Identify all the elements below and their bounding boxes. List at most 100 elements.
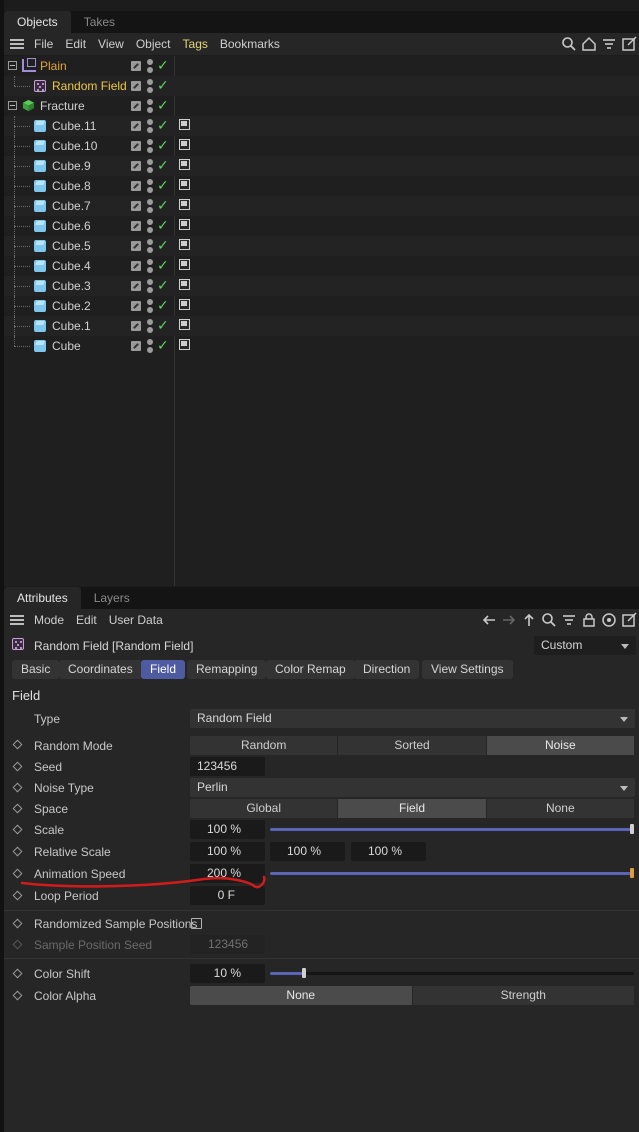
tag-icon[interactable]	[179, 279, 190, 290]
loop-period-input[interactable]: 0 F	[190, 886, 265, 905]
visibility-dots-icon[interactable]	[147, 138, 153, 154]
edit-layer-icon[interactable]	[131, 261, 141, 271]
color-alpha-option-none[interactable]: None	[190, 986, 413, 1005]
tag-icon[interactable]	[179, 299, 190, 310]
edit-layer-icon[interactable]	[131, 81, 141, 91]
edit-layer-icon[interactable]	[131, 281, 141, 291]
object-row[interactable]: Cube.8 ✓	[4, 176, 639, 196]
type-dropdown[interactable]: Random Field	[190, 709, 635, 728]
keyframe-diamond-icon[interactable]	[12, 918, 23, 929]
tag-icon[interactable]	[179, 239, 190, 250]
relative-scale-y-input[interactable]: 100 %	[270, 842, 345, 861]
menu-tags[interactable]: Tags	[177, 37, 214, 51]
keyframe-diamond-icon[interactable]	[12, 803, 23, 814]
arrow-up-icon[interactable]	[521, 612, 537, 628]
animation-speed-slider-handle[interactable]	[630, 868, 634, 878]
new-window-icon[interactable]	[621, 36, 637, 52]
edit-layer-icon[interactable]	[131, 181, 141, 191]
object-row[interactable]: Random Field ✓	[4, 76, 639, 96]
random-mode-option-sorted[interactable]: Sorted	[338, 736, 487, 755]
enabled-check-icon[interactable]: ✓	[157, 337, 169, 353]
random-mode-option-noise[interactable]: Noise	[486, 736, 635, 755]
home-icon[interactable]	[581, 36, 597, 52]
filter-icon[interactable]	[561, 612, 577, 628]
object-row[interactable]: Cube.5 ✓	[4, 236, 639, 256]
object-row[interactable]: Cube ✓	[4, 336, 639, 356]
object-name[interactable]: Cube.7	[52, 199, 91, 213]
object-row[interactable]: Cube.3 ✓	[4, 276, 639, 296]
tag-icon[interactable]	[179, 159, 190, 170]
tag-icon[interactable]	[179, 319, 190, 330]
space-option-global[interactable]: Global	[190, 799, 339, 818]
object-row[interactable]: Cube.9 ✓	[4, 156, 639, 176]
object-row[interactable]: Fracture ✓	[4, 96, 639, 116]
menu-user-data[interactable]: User Data	[103, 613, 169, 627]
tag-icon[interactable]	[179, 139, 190, 150]
object-name[interactable]: Cube.10	[52, 139, 97, 153]
object-row[interactable]: Cube.4 ✓	[4, 256, 639, 276]
randomized-sample-positions-checkbox[interactable]	[191, 918, 202, 929]
collapse-toggle-icon[interactable]	[8, 61, 17, 70]
edit-layer-icon[interactable]	[131, 61, 141, 71]
object-name[interactable]: Cube.5	[52, 239, 91, 253]
enabled-check-icon[interactable]: ✓	[157, 257, 169, 273]
object-name[interactable]: Cube.11	[52, 119, 96, 133]
scale-slider-handle[interactable]	[630, 824, 634, 834]
enabled-check-icon[interactable]: ✓	[157, 117, 169, 133]
tab-takes[interactable]: Takes	[71, 11, 128, 33]
edit-layer-icon[interactable]	[131, 101, 141, 111]
search-icon[interactable]	[561, 36, 577, 52]
object-name[interactable]: Cube.2	[52, 299, 91, 313]
visibility-dots-icon[interactable]	[147, 178, 153, 194]
object-name[interactable]: Cube.4	[52, 259, 91, 273]
enabled-check-icon[interactable]: ✓	[157, 157, 169, 173]
tab-view-settings[interactable]: View Settings	[422, 660, 513, 679]
enabled-check-icon[interactable]: ✓	[157, 237, 169, 253]
collapse-toggle-icon[interactable]	[8, 101, 17, 110]
tab-attributes[interactable]: Attributes	[4, 587, 81, 609]
edit-layer-icon[interactable]	[131, 161, 141, 171]
edit-layer-icon[interactable]	[131, 321, 141, 331]
search-icon[interactable]	[541, 612, 557, 628]
keyframe-diamond-icon[interactable]	[12, 846, 23, 857]
menu-mode[interactable]: Mode	[28, 613, 70, 627]
relative-scale-x-input[interactable]: 100 %	[190, 842, 265, 861]
visibility-dots-icon[interactable]	[147, 278, 153, 294]
visibility-dots-icon[interactable]	[147, 238, 153, 254]
enabled-check-icon[interactable]: ✓	[157, 277, 169, 293]
tag-icon[interactable]	[179, 219, 190, 230]
object-row[interactable]: Cube.7 ✓	[4, 196, 639, 216]
edit-layer-icon[interactable]	[131, 301, 141, 311]
tab-field[interactable]: Field	[141, 660, 186, 679]
menu-edit[interactable]: Edit	[59, 37, 92, 51]
keyframe-diamond-icon[interactable]	[12, 890, 23, 901]
object-row[interactable]: Cube.10 ✓	[4, 136, 639, 156]
tab-remapping[interactable]: Remapping	[187, 660, 267, 679]
scale-input[interactable]: 100 %	[190, 820, 265, 839]
object-row[interactable]: Cube.2 ✓	[4, 296, 639, 316]
enabled-check-icon[interactable]: ✓	[157, 97, 169, 113]
space-option-none[interactable]: None	[486, 799, 635, 818]
target-icon[interactable]	[601, 612, 617, 628]
lock-icon[interactable]	[581, 612, 597, 628]
visibility-dots-icon[interactable]	[147, 58, 153, 74]
tab-coordinates[interactable]: Coordinates	[59, 660, 142, 679]
object-name[interactable]: Cube.1	[52, 319, 91, 333]
edit-layer-icon[interactable]	[131, 121, 141, 131]
tag-icon[interactable]	[179, 199, 190, 210]
visibility-dots-icon[interactable]	[147, 318, 153, 334]
visibility-dots-icon[interactable]	[147, 298, 153, 314]
edit-layer-icon[interactable]	[131, 141, 141, 151]
visibility-dots-icon[interactable]	[147, 258, 153, 274]
enabled-check-icon[interactable]: ✓	[157, 77, 169, 93]
arrow-left-icon[interactable]	[481, 612, 497, 628]
keyframe-diamond-icon[interactable]	[12, 990, 23, 1001]
color-shift-slider-handle[interactable]	[302, 968, 306, 978]
tag-icon[interactable]	[179, 119, 190, 130]
tab-color-remap[interactable]: Color Remap	[266, 660, 355, 679]
enabled-check-icon[interactable]: ✓	[157, 57, 169, 73]
menu-view[interactable]: View	[92, 37, 130, 51]
edit-layer-icon[interactable]	[131, 241, 141, 251]
color-alpha-option-strength[interactable]: Strength	[412, 986, 635, 1005]
random-mode-option-random[interactable]: Random	[190, 736, 339, 755]
